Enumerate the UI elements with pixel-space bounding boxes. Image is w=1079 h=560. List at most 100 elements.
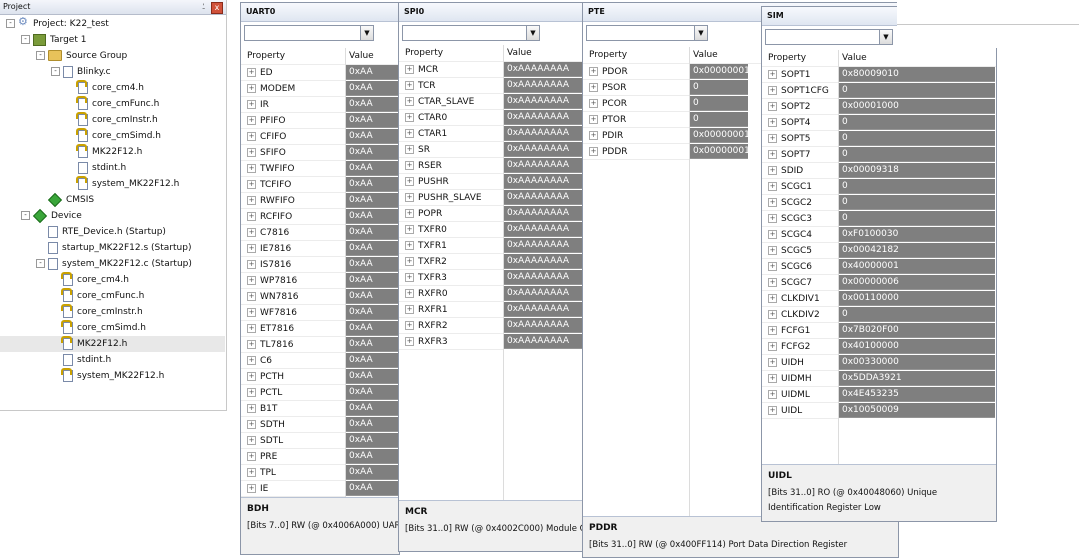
- register-value[interactable]: 0xAA: [346, 369, 398, 384]
- register-row[interactable]: + POPR: [405, 206, 442, 222]
- expand-plus-icon[interactable]: +: [768, 358, 777, 367]
- register-row[interactable]: + C6: [247, 353, 272, 369]
- expand-plus-icon[interactable]: +: [247, 228, 256, 237]
- register-value[interactable]: 0xAA: [346, 273, 398, 288]
- register-row[interactable]: + IE7816: [247, 241, 291, 257]
- register-value[interactable]: 0x7B020F00: [839, 323, 995, 338]
- register-row[interactable]: + PRE: [247, 449, 277, 465]
- tree-item[interactable]: - system_MK22F12.c (Startup): [0, 256, 225, 272]
- register-value[interactable]: 0x80009010: [839, 67, 995, 82]
- register-value[interactable]: 0xAA: [346, 209, 398, 224]
- register-value[interactable]: 0xAA: [346, 305, 398, 320]
- register-row[interactable]: + CTAR0: [405, 110, 447, 126]
- register-row[interactable]: + PUSHR_SLAVE: [405, 190, 482, 206]
- register-value[interactable]: 0: [839, 115, 995, 130]
- register-row[interactable]: + RXFR2: [405, 318, 448, 334]
- register-row[interactable]: + CLKDIV2: [768, 307, 820, 323]
- register-value[interactable]: 0xAA: [346, 465, 398, 480]
- expand-plus-icon[interactable]: +: [247, 308, 256, 317]
- register-value[interactable]: 0xAAAAAAAA: [504, 270, 582, 285]
- register-value[interactable]: 0xAAAAAAAA: [504, 174, 582, 189]
- register-value[interactable]: 0x00001000: [839, 99, 995, 114]
- expand-plus-icon[interactable]: +: [405, 81, 414, 90]
- register-row[interactable]: + UIDH: [768, 355, 804, 371]
- expand-plus-icon[interactable]: +: [589, 131, 598, 140]
- chevron-down-icon[interactable]: ▼: [694, 26, 707, 40]
- register-row[interactable]: + SR: [405, 142, 430, 158]
- expand-plus-icon[interactable]: +: [247, 244, 256, 253]
- tree-item[interactable]: core_cmFunc.h: [0, 95, 225, 112]
- tree-expander-icon[interactable]: -: [36, 259, 45, 268]
- expand-plus-icon[interactable]: +: [405, 97, 414, 106]
- register-value[interactable]: 0: [839, 211, 995, 226]
- column-header-property[interactable]: Property: [768, 50, 806, 66]
- pin-icon[interactable]: ⍘: [201, 0, 206, 14]
- register-value[interactable]: 0x00042182: [839, 243, 995, 258]
- register-value[interactable]: 0x00000001: [690, 64, 750, 79]
- register-value[interactable]: 0xAA: [346, 241, 398, 256]
- expand-plus-icon[interactable]: +: [589, 115, 598, 124]
- register-value[interactable]: 0xAAAAAAAA: [504, 206, 582, 221]
- expand-plus-icon[interactable]: +: [247, 452, 256, 461]
- tree-item[interactable]: core_cmSimd.h: [0, 319, 225, 336]
- register-row[interactable]: + RXFR3: [405, 334, 448, 350]
- tree-item[interactable]: core_cmSimd.h: [0, 127, 225, 144]
- register-value[interactable]: 0: [690, 112, 748, 127]
- expand-plus-icon[interactable]: +: [247, 84, 256, 93]
- register-value[interactable]: 0: [839, 179, 995, 194]
- register-row[interactable]: + SDTH: [247, 417, 285, 433]
- register-value[interactable]: 0x4E453235: [839, 387, 995, 402]
- expand-plus-icon[interactable]: +: [768, 342, 777, 351]
- register-row[interactable]: + SCGC7: [768, 275, 812, 291]
- register-row[interactable]: + CTAR1: [405, 126, 447, 142]
- tree-item[interactable]: system_MK22F12.h: [0, 367, 225, 384]
- register-value[interactable]: 0xAAAAAAAA: [504, 126, 582, 141]
- register-value[interactable]: 0xAA: [346, 81, 398, 96]
- register-value[interactable]: 0xAAAAAAAA: [504, 254, 582, 269]
- expand-plus-icon[interactable]: +: [768, 118, 777, 127]
- register-row[interactable]: + SCGC6: [768, 259, 812, 275]
- register-value[interactable]: 0x5DDA3921: [839, 371, 995, 386]
- register-value[interactable]: 0xAAAAAAAA: [504, 110, 582, 125]
- register-row[interactable]: + IR: [247, 97, 269, 113]
- expand-plus-icon[interactable]: +: [247, 196, 256, 205]
- expand-plus-icon[interactable]: +: [247, 148, 256, 157]
- chevron-down-icon[interactable]: ▼: [879, 30, 892, 44]
- register-value[interactable]: 0xAAAAAAAA: [504, 238, 582, 253]
- column-header-property[interactable]: Property: [405, 45, 443, 61]
- expand-plus-icon[interactable]: +: [768, 134, 777, 143]
- register-value[interactable]: 0xAAAAAAAA: [504, 302, 582, 317]
- register-row[interactable]: + B1T: [247, 401, 277, 417]
- expand-plus-icon[interactable]: +: [405, 257, 414, 266]
- expand-plus-icon[interactable]: +: [405, 321, 414, 330]
- expand-plus-icon[interactable]: +: [405, 225, 414, 234]
- register-value[interactable]: 0: [839, 195, 995, 210]
- expand-plus-icon[interactable]: +: [405, 305, 414, 314]
- expand-plus-icon[interactable]: +: [405, 113, 414, 122]
- register-value[interactable]: 0x00009318: [839, 163, 995, 178]
- register-row[interactable]: + TL7816: [247, 337, 293, 353]
- register-row[interactable]: + TXFR1: [405, 238, 447, 254]
- tree-expander-icon[interactable]: -: [36, 51, 45, 60]
- register-row[interactable]: + TPL: [247, 465, 276, 481]
- close-icon[interactable]: x: [211, 2, 223, 14]
- register-row[interactable]: + WP7816: [247, 273, 297, 289]
- register-value[interactable]: 0x00000006: [839, 275, 995, 290]
- register-row[interactable]: + TXFR0: [405, 222, 447, 238]
- tree-item[interactable]: core_cm4.h: [0, 271, 225, 288]
- register-row[interactable]: + UIDL: [768, 403, 802, 419]
- expand-plus-icon[interactable]: +: [247, 340, 256, 349]
- register-value[interactable]: 0xAA: [346, 225, 398, 240]
- expand-plus-icon[interactable]: +: [768, 246, 777, 255]
- register-row[interactable]: + TCR: [405, 78, 436, 94]
- tree-item[interactable]: MK22F12.h: [0, 335, 225, 352]
- expand-plus-icon[interactable]: +: [405, 337, 414, 346]
- expand-plus-icon[interactable]: +: [768, 374, 777, 383]
- register-row[interactable]: + RSER: [405, 158, 442, 174]
- expand-plus-icon[interactable]: +: [589, 147, 598, 156]
- uart0-filter-dropdown[interactable]: ▼: [244, 25, 374, 41]
- register-row[interactable]: + TCFIFO: [247, 177, 291, 193]
- tree-item[interactable]: core_cmFunc.h: [0, 287, 225, 304]
- expand-plus-icon[interactable]: +: [247, 68, 256, 77]
- register-value[interactable]: 0xAAAAAAAA: [504, 94, 582, 109]
